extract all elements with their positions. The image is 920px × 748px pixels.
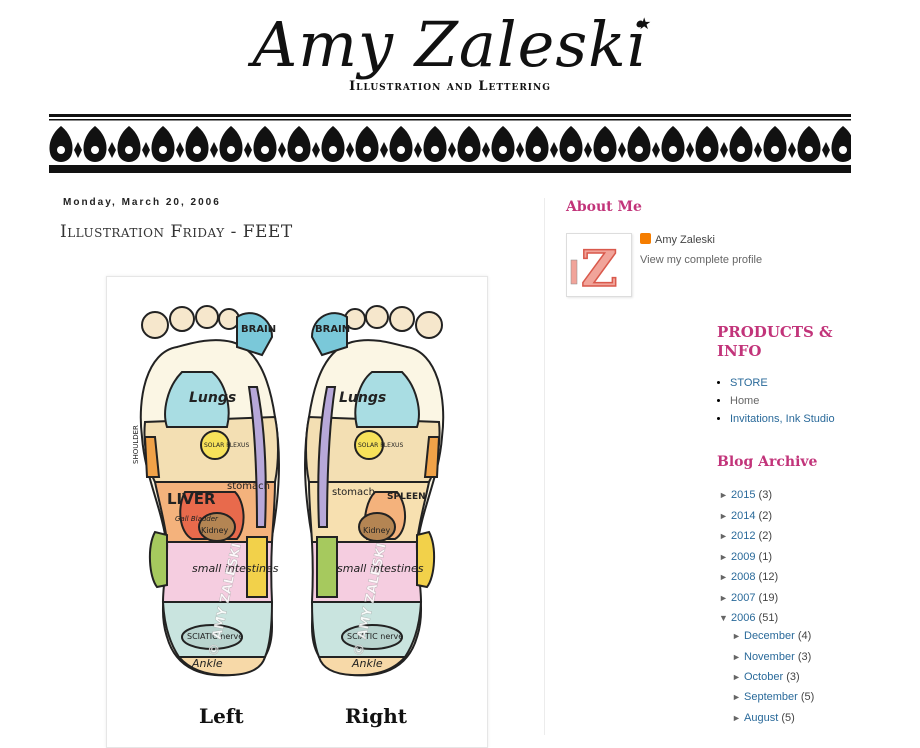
border-motif-dot — [397, 146, 405, 154]
label-shoulder: SHOULDER — [132, 425, 140, 464]
list-item: STORE — [730, 377, 835, 389]
archive-year-2012[interactable]: ► 2012 (2) — [719, 530, 772, 542]
label-right-foot: Right — [345, 704, 408, 728]
expand-arrow-icon[interactable]: ► — [719, 490, 731, 500]
label-gall-bladder: Gall Bladder — [175, 515, 219, 523]
border-motif-dot — [533, 146, 541, 154]
label-left-foot: Left — [199, 704, 244, 728]
profile-name[interactable]: Amy Zaleski — [640, 233, 715, 246]
blog-archive-title: Blog Archive — [717, 454, 818, 470]
archive-year-2009[interactable]: ► 2009 (1) — [719, 551, 772, 563]
border-motif-dot — [295, 146, 303, 154]
about-me-title: About Me — [566, 199, 642, 215]
border-motif-dot — [669, 146, 677, 154]
expand-arrow-icon[interactable]: ► — [719, 572, 731, 582]
post-image-reflexology-feet[interactable]: BRAIN Lungs SOLAR PLEXUS LIVER Gall Blad… — [106, 276, 488, 748]
border-motif-dot — [125, 146, 133, 154]
border-motif-dot — [499, 146, 507, 154]
label-ankle: Ankle — [191, 657, 223, 670]
star-icon: ★ — [637, 14, 652, 33]
archive-year-2008[interactable]: ► 2008 (12) — [719, 571, 778, 583]
label-ankle-right: Ankle — [351, 657, 383, 670]
store-link[interactable]: STORE — [730, 377, 768, 389]
expand-arrow-icon[interactable]: ► — [719, 511, 731, 521]
view-profile-link[interactable]: View my complete profile — [640, 254, 762, 266]
archive-year-2006[interactable]: ▼ 2006 (51) — [719, 612, 778, 624]
border-motif-dot — [329, 146, 337, 154]
feet-illustration: BRAIN Lungs SOLAR PLEXUS LIVER Gall Blad… — [132, 305, 445, 728]
expand-arrow-icon[interactable]: ► — [719, 552, 731, 562]
svg-text:Z: Z — [581, 239, 618, 296]
expand-arrow-icon[interactable]: ► — [732, 672, 744, 682]
archive-year-2015[interactable]: ► 2015 (3) — [719, 489, 772, 501]
border-motif-dot — [567, 146, 575, 154]
home-item: Home — [730, 395, 760, 407]
blogger-icon — [640, 233, 651, 244]
list-item: Invitations, Ink Studio — [730, 413, 835, 425]
label-solar-plexus-right: SOLAR PLEXUS — [358, 442, 403, 449]
expand-arrow-icon[interactable]: ► — [732, 631, 744, 641]
archive-month-december[interactable]: ► December (4) — [732, 630, 811, 642]
border-motif-dot — [91, 146, 99, 154]
border-motif-dot — [193, 146, 201, 154]
archive-month-september[interactable]: ► September (5) — [732, 691, 814, 703]
expand-arrow-icon[interactable]: ► — [719, 593, 731, 603]
border-motif-dot — [805, 146, 813, 154]
label-lungs-right: Lungs — [339, 390, 386, 406]
border-motif-dot — [363, 146, 371, 154]
label-liver: LIVER — [167, 490, 216, 508]
post-title[interactable]: Illustration Friday - FEET — [60, 222, 293, 242]
profile-avatar[interactable]: Z — [566, 233, 632, 299]
label-solar-plexus: SOLAR PLEXUS — [204, 442, 249, 449]
border-base — [49, 165, 851, 173]
label-kidney-right: Kidney — [363, 526, 391, 535]
column-divider — [544, 198, 545, 735]
label-kidney: Kidney — [201, 526, 229, 535]
label-brain: BRAIN — [241, 324, 276, 335]
blog-header[interactable]: Amy Zaleski ★ Illustration and Lettering — [49, 0, 851, 173]
list-item: Home — [730, 395, 835, 407]
border-motif-dot — [57, 146, 65, 154]
expand-arrow-icon[interactable]: ► — [719, 531, 731, 541]
decorative-border — [49, 112, 851, 173]
border-motif-dot — [465, 146, 473, 154]
archive-month-october[interactable]: ► October (3) — [732, 671, 800, 683]
archive-year-2014[interactable]: ► 2014 (2) — [719, 510, 772, 522]
border-motif-dot — [227, 146, 235, 154]
date-header: Monday, March 20, 2006 — [63, 197, 221, 208]
invitations-link[interactable]: Invitations, Ink Studio — [730, 413, 835, 425]
products-info-title: PRODUCTS & INFO — [717, 323, 833, 360]
expand-arrow-icon[interactable]: ► — [732, 713, 744, 723]
label-stomach: stomach — [227, 481, 270, 492]
border-motif-dot — [771, 146, 779, 154]
archive-year-2007[interactable]: ► 2007 (19) — [719, 592, 778, 604]
collapse-arrow-icon[interactable]: ▼ — [719, 613, 731, 623]
blog-title[interactable]: Amy Zaleski — [49, 0, 851, 90]
blog-subtitle: Illustration and Lettering — [349, 79, 551, 94]
expand-arrow-icon[interactable]: ► — [732, 692, 744, 702]
border-motif-dot — [635, 146, 643, 154]
border-motif-dot — [431, 146, 439, 154]
label-spleen: SPLEEN — [387, 492, 426, 502]
border-motif-dot — [839, 146, 847, 154]
border-motif-dot — [703, 146, 711, 154]
z-logo-icon: Z — [567, 234, 631, 299]
border-motif-dot — [601, 146, 609, 154]
border-motif-dot — [159, 146, 167, 154]
expand-arrow-icon[interactable]: ► — [732, 652, 744, 662]
border-motif-dot — [737, 146, 745, 154]
label-lungs: Lungs — [189, 390, 236, 406]
border-motif-dot — [261, 146, 269, 154]
archive-month-august[interactable]: ► August (5) — [732, 712, 795, 724]
label-brain-right: BRAIN — [315, 324, 350, 335]
label-stomach-right: stomach — [332, 487, 375, 498]
products-list: STORE Home Invitations, Ink Studio — [717, 377, 835, 431]
archive-month-november[interactable]: ► November (3) — [732, 651, 811, 663]
